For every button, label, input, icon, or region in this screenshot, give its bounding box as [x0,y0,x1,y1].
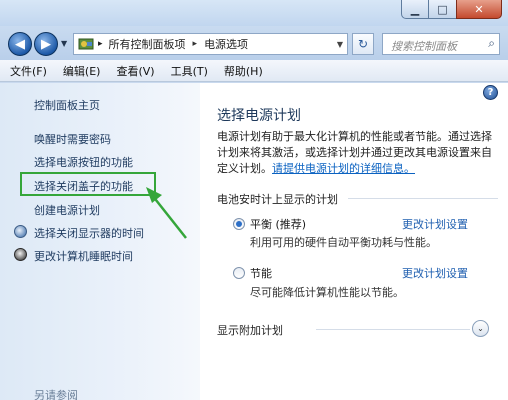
annotation-arrow-icon [146,187,187,239]
plan-balanced-radio[interactable] [233,218,245,230]
main-panel: ? 选择电源计划 电源计划有助于最大化计算机的性能或者节能。通过选择计划来将其激… [200,83,508,400]
search-icon[interactable]: ⌕ [488,36,495,51]
see-also-heading: 另请参阅 [34,389,78,400]
chevron-down-icon[interactable]: ⌄ [472,320,489,337]
breadcrumb-item[interactable]: 所有控制面板项 [109,36,186,52]
page-title: 选择电源计划 [217,108,301,124]
address-bar[interactable]: ▸ 所有控制面板项 ▸ 电源选项 ▼ [73,33,348,55]
window-controls: ▁ □ ✕ [401,0,502,19]
back-button[interactable]: ◀ [8,32,32,56]
menu-edit[interactable]: 编辑(E) [63,63,101,79]
plan-balanced-settings-link[interactable]: 更改计划设置 [402,216,468,232]
plan-power-saver-settings-link[interactable]: 更改计划设置 [402,265,468,281]
plan-balanced-name[interactable]: 平衡 (推荐) [250,216,306,232]
breadcrumb-separator-icon: ▸ [192,39,198,49]
divider [316,329,470,330]
intro-text: 电源计划有助于最大化计算机的性能或者节能。通过选择计划来将其激活，或选择计划并通… [217,129,501,177]
menu-help[interactable]: 帮助(H) [224,63,263,79]
control-panel-icon [78,38,94,50]
sidebar-item-home[interactable]: 控制面板主页 [34,97,100,113]
minimize-button[interactable]: ▁ [401,0,429,19]
plan-power-saver-radio[interactable] [233,267,245,279]
sidebar-item-wake-password[interactable]: 唤醒时需要密码 [34,131,111,147]
annotation-highlight-box [20,172,156,196]
sidebar-item-create-plan[interactable]: 创建电源计划 [34,202,100,218]
menu-bar: 文件(F) 编辑(E) 查看(V) 工具(T) 帮助(H) [0,60,508,82]
window-frame: ▁ □ ✕ [0,0,508,26]
breadcrumb-separator-icon: ▸ [98,39,103,49]
menu-file[interactable]: 文件(F) [10,63,47,79]
sleep-timer-icon [14,248,27,261]
menu-tools[interactable]: 工具(T) [171,63,208,79]
maximize-button[interactable]: □ [429,0,456,19]
sidebar-item-sleep-time[interactable]: 更改计算机睡眠时间 [34,248,133,264]
recent-pages-dropdown-icon[interactable]: ▼ [61,39,67,48]
forward-button[interactable]: ▶ [34,32,58,56]
content-area: 控制面板主页 唤醒时需要密码 选择电源按钮的功能 选择关闭盖子的功能 创建电源计… [0,83,508,400]
plan-balanced-description: 利用可用的硬件自动平衡功耗与性能。 [250,236,437,249]
display-timer-icon [14,225,27,238]
sidebar-item-power-button[interactable]: 选择电源按钮的功能 [34,154,133,170]
search-placeholder: 搜索控制面板 [391,40,457,53]
plan-details-link[interactable]: 请提供电源计划的详细信息。 [272,162,415,175]
sidebar-item-display-off[interactable]: 选择关闭显示器的时间 [34,225,144,241]
battery-plans-heading: 电池安时计上显示的计划 [217,193,338,206]
plan-power-saver-name[interactable]: 节能 [250,265,272,281]
additional-plans-heading[interactable]: 显示附加计划 [217,322,283,338]
plan-power-saver-description: 尽可能降低计算机性能以节能。 [250,286,404,299]
menu-view[interactable]: 查看(V) [116,63,154,79]
close-button[interactable]: ✕ [456,0,502,19]
divider [348,198,498,199]
address-toolbar: ◀ ▶ ▼ ▸ 所有控制面板项 ▸ 电源选项 ▼ ↻ 搜索控制面板 ⌕ [0,26,508,60]
help-icon[interactable]: ? [483,85,498,100]
breadcrumb-item[interactable]: 电源选项 [204,36,248,52]
search-input[interactable]: 搜索控制面板 ⌕ [382,33,500,55]
refresh-button[interactable]: ↻ [352,33,374,55]
address-dropdown-icon[interactable]: ▼ [337,40,343,49]
